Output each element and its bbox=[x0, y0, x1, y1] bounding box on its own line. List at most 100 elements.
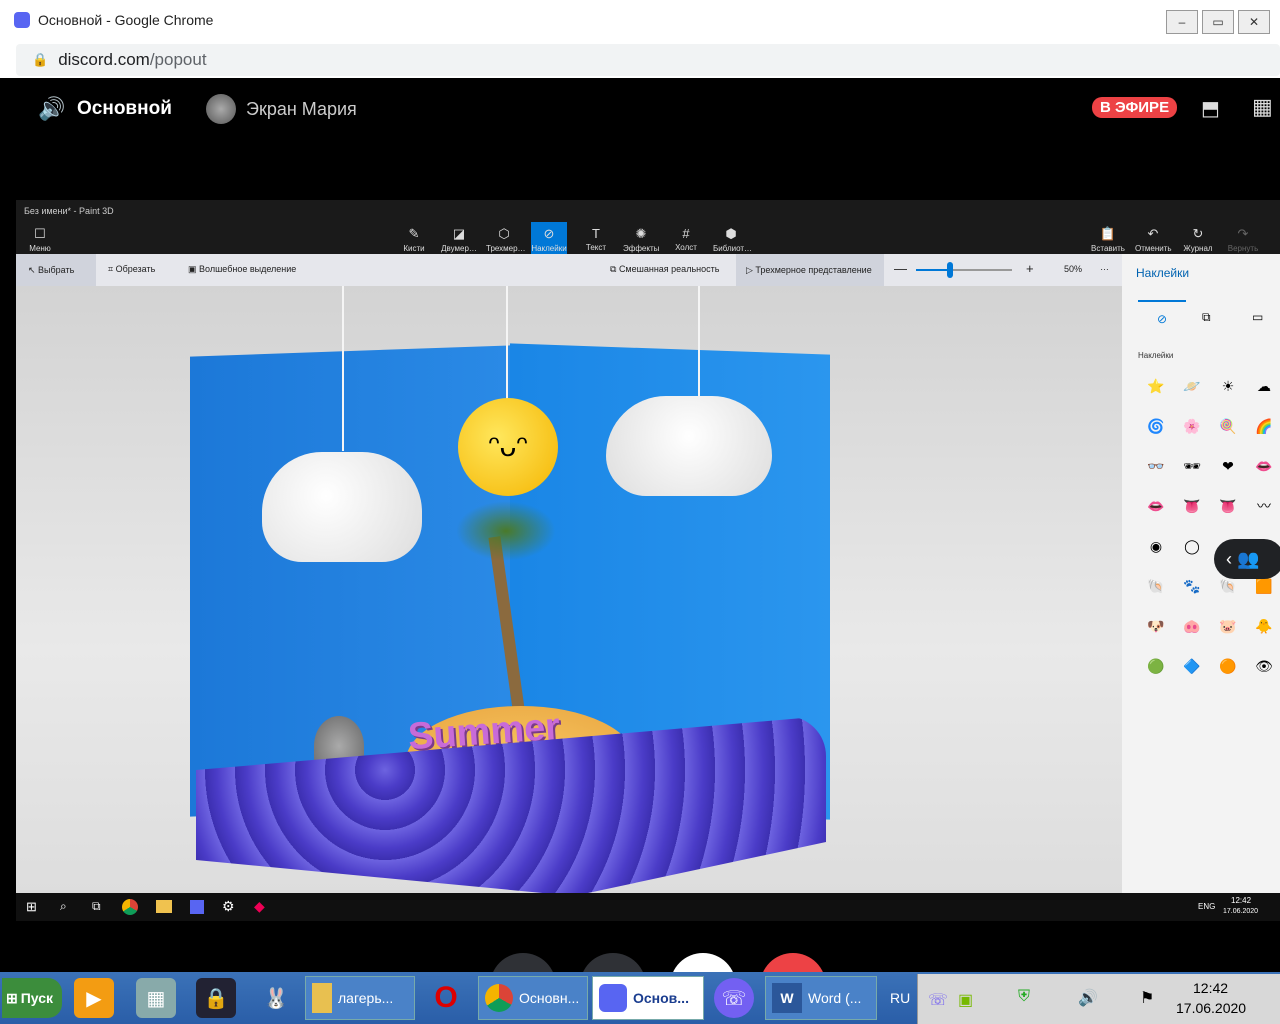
live-badge: В ЭФИРЕ bbox=[1092, 97, 1178, 118]
bunny-icon[interactable]: 🐰 bbox=[256, 978, 296, 1018]
sticker-item[interactable]: 🟧 bbox=[1254, 576, 1274, 596]
undo-button[interactable]: ↶ Отменить bbox=[1135, 226, 1172, 253]
sticker-item[interactable]: 👅 bbox=[1182, 496, 1202, 516]
sticker-item[interactable]: 🐚 bbox=[1146, 576, 1166, 596]
xp-taskbar: ⊞ Пуск ▶ ▦ 🔒 🐰 лагерь... O Основн... Осно… bbox=[0, 972, 1280, 1024]
tool-3d[interactable]: ⬡ Трехмер… bbox=[486, 226, 526, 253]
paint3d-task-icon[interactable]: ◆ bbox=[254, 898, 265, 915]
sticker-item[interactable]: 🍭 bbox=[1218, 416, 1238, 436]
calculator-icon[interactable]: ▦ bbox=[136, 978, 176, 1018]
zoom-slider-thumb[interactable] bbox=[946, 262, 953, 278]
settings-task-icon[interactable]: ⚙ bbox=[222, 898, 235, 915]
chrome-task-icon[interactable] bbox=[122, 899, 138, 915]
sticker-item[interactable]: 🟠 bbox=[1218, 656, 1238, 676]
more-button[interactable]: … bbox=[1100, 262, 1109, 272]
sticker-item[interactable]: ☀ bbox=[1218, 376, 1238, 396]
sticker-item[interactable]: ◯ bbox=[1182, 536, 1202, 556]
restore-button[interactable]: ▭ bbox=[1202, 10, 1234, 34]
mixed-reality-button[interactable]: ⧉ Смешанная реальность bbox=[610, 264, 719, 275]
nvidia-tray-icon[interactable]: ▣ bbox=[958, 990, 973, 1010]
flag-tray-icon[interactable]: ⚑ bbox=[1140, 988, 1154, 1008]
folder-tab[interactable]: ▭ bbox=[1252, 310, 1263, 324]
lock-app-icon[interactable]: 🔒 bbox=[196, 978, 236, 1018]
tool-canvas[interactable]: # Холст bbox=[668, 226, 704, 252]
volume-tray-icon[interactable]: 🔊 bbox=[1078, 988, 1098, 1008]
tool-2d[interactable]: ◪ Двумер… bbox=[441, 226, 477, 253]
sticker-item[interactable]: 👅 bbox=[1218, 496, 1238, 516]
opera-icon[interactable]: O bbox=[426, 978, 466, 1018]
tray-time: 12:42 bbox=[1231, 896, 1252, 905]
viber-tray-icon[interactable]: ☏ bbox=[928, 990, 948, 1010]
app-task-icon[interactable] bbox=[190, 900, 204, 914]
textures-tab[interactable]: ⧉ bbox=[1202, 310, 1211, 325]
lock-icon: 🔒 bbox=[32, 52, 49, 67]
zoom-value: 50% bbox=[1064, 264, 1083, 274]
sticker-item[interactable]: ❤ bbox=[1218, 456, 1238, 476]
sticker-item[interactable]: ☁ bbox=[1254, 376, 1274, 396]
sticker-item[interactable]: 🐶 bbox=[1146, 616, 1166, 636]
canvas-3d[interactable]: ᵔᴗᵔ Summer bbox=[16, 286, 1122, 893]
sticker-item[interactable]: 👄 bbox=[1146, 496, 1166, 516]
sticker-item[interactable]: 🌸 bbox=[1182, 416, 1202, 436]
sticker-item[interactable]: 🌈 bbox=[1254, 416, 1274, 436]
view3d-button[interactable]: ▷ Трехмерное представление bbox=[736, 254, 884, 286]
sticker-item[interactable]: 👓 bbox=[1146, 456, 1166, 476]
sticker-item[interactable]: 🐚 bbox=[1218, 576, 1238, 596]
sticker-item[interactable]: 🐽 bbox=[1182, 616, 1202, 636]
shield-tray-icon[interactable]: ⛨ bbox=[1018, 988, 1030, 1006]
magic-select-button[interactable]: ▣ Волшебное выделение bbox=[188, 264, 296, 275]
stickers-tab[interactable]: ⊘ bbox=[1138, 300, 1186, 334]
crop-button[interactable]: ⌗ Обрезать bbox=[108, 264, 155, 275]
zoom-out-button[interactable]: — bbox=[894, 261, 907, 276]
sticker-item[interactable]: 🌀 bbox=[1146, 416, 1166, 436]
start-button[interactable]: ⊞ Пуск bbox=[2, 978, 62, 1018]
sticker-item[interactable]: 🕶 bbox=[1182, 456, 1202, 476]
xp-lang[interactable]: RU bbox=[890, 990, 910, 1006]
viber-icon[interactable]: ☏ bbox=[714, 978, 754, 1018]
tray-lang[interactable]: ENG bbox=[1198, 902, 1215, 911]
tool-effects[interactable]: ✺ Эффекты bbox=[623, 226, 659, 253]
paint3d-window: Без имени* - Paint 3D ☐ Меню ✎ Кисти ◪ Двум… bbox=[16, 200, 1280, 893]
url-host: discord.com bbox=[58, 50, 150, 69]
task-button-folder[interactable]: лагерь... bbox=[305, 976, 415, 1020]
sticker-item[interactable]: 🐷 bbox=[1218, 616, 1238, 636]
tray-date: 17.06.2020 bbox=[1223, 908, 1259, 915]
grid-icon[interactable]: ▦ bbox=[1252, 94, 1273, 120]
sticker-item[interactable]: 🪐 bbox=[1182, 376, 1202, 396]
explorer-task-icon[interactable] bbox=[156, 900, 172, 913]
sticker-item[interactable]: 🔷 bbox=[1182, 656, 1202, 676]
word-icon: W bbox=[772, 983, 802, 1013]
close-button[interactable]: ✕ bbox=[1238, 10, 1270, 34]
tool-text[interactable]: T Текст bbox=[578, 226, 614, 252]
redo-button[interactable]: ↷ Вернуть bbox=[1225, 226, 1261, 253]
zoom-slider[interactable] bbox=[916, 262, 1012, 278]
tool-library[interactable]: ⬢ Библиот… bbox=[713, 226, 752, 253]
history-button[interactable]: ↻ Журнал bbox=[1180, 226, 1216, 253]
menu-button[interactable]: ☐ Меню bbox=[22, 226, 58, 253]
task-button-word[interactable]: W Word (... bbox=[765, 976, 877, 1020]
chrome-icon bbox=[485, 984, 513, 1012]
task-button-chrome[interactable]: Основн... bbox=[478, 976, 588, 1020]
minimize-button[interactable]: – bbox=[1166, 10, 1198, 34]
zoom-in-button[interactable]: + bbox=[1026, 261, 1034, 276]
paste-button[interactable]: 📋 Вставить bbox=[1090, 226, 1126, 253]
sticker-item[interactable]: 〰 bbox=[1254, 496, 1274, 516]
select-button[interactable]: ↖ Выбрать bbox=[16, 254, 96, 286]
sticker-item[interactable]: 🟢 bbox=[1146, 656, 1166, 676]
sticker-item[interactable]: 👄 bbox=[1254, 456, 1274, 476]
sticker-item[interactable]: ◉ bbox=[1146, 536, 1166, 556]
task-button-discord[interactable]: Основ... bbox=[592, 976, 704, 1020]
sticker-item[interactable]: ⭐ bbox=[1146, 376, 1166, 396]
media-player-icon[interactable]: ▶ bbox=[74, 978, 114, 1018]
search-icon[interactable]: ⌕ bbox=[60, 899, 67, 914]
taskview-icon[interactable]: ⧉ bbox=[92, 899, 101, 914]
discord-overlay-button[interactable]: ‹ 👥 bbox=[1214, 539, 1280, 579]
sticker-item[interactable]: 🐾 bbox=[1182, 576, 1202, 596]
sticker-item[interactable]: 👁 bbox=[1254, 656, 1274, 676]
win10-start-icon[interactable]: ⊞ bbox=[26, 899, 37, 915]
popout-icon[interactable]: ⬒ bbox=[1201, 96, 1220, 121]
address-bar[interactable]: 🔒 discord.com/popout bbox=[16, 44, 1280, 76]
sticker-item[interactable]: 🐥 bbox=[1254, 616, 1274, 636]
tool-brushes[interactable]: ✎ Кисти bbox=[396, 226, 432, 253]
tool-stickers[interactable]: ⊘ Наклейки bbox=[531, 222, 567, 254]
